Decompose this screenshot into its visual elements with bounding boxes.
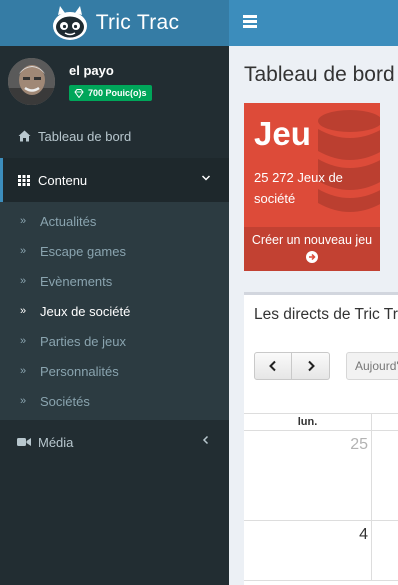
sidebar-item-label: Contenu [38, 172, 88, 188]
topbar [229, 0, 398, 46]
chevron-down-icon [201, 175, 211, 181]
calendar-grid: lun. 25 4 [244, 413, 398, 581]
create-game-label: Créer un nouveau jeu [251, 233, 373, 247]
sidebar-subitem[interactable]: » Escape games [0, 236, 229, 266]
create-game-link[interactable]: Créer un nouveau jeu [244, 227, 380, 271]
double-chevron-right-icon: » [20, 245, 27, 257]
sidebar-subitem[interactable]: » Actualités [0, 206, 229, 236]
hamburger-menu-icon[interactable] [243, 15, 257, 29]
sidebar-subitem-label: Personnalités [40, 363, 119, 379]
today-button[interactable]: Aujourd'hui [346, 352, 398, 380]
calendar-title: Les directs de Tric Trac [254, 306, 398, 323]
double-chevron-right-icon: » [20, 215, 27, 227]
day-number: 25 [350, 436, 368, 453]
sidebar-subitem[interactable]: » Personnalités [0, 356, 229, 386]
chevron-left-icon [202, 435, 209, 445]
day-number: 4 [359, 526, 368, 543]
logo[interactable]: Tric Trac [0, 0, 229, 46]
sidebar-subitem[interactable]: » Parties de jeux [0, 326, 229, 356]
sidebar-subitem-label: Actualités [40, 213, 97, 229]
user-panel: el payo 700 Pouic(o)s [0, 46, 229, 114]
logo-text: Tric Trac [95, 11, 180, 34]
page-title: Tableau de bord [244, 63, 395, 86]
jeu-title: Jeu [254, 115, 311, 152]
sidebar-subitem-label: Evènements [40, 273, 113, 289]
grid-list-icon [17, 173, 31, 187]
prev-button[interactable] [254, 352, 292, 380]
sidebar-subitem[interactable]: » Jeux de société [0, 296, 229, 326]
user-name: el payo [69, 63, 114, 78]
day-header-monday: lun. [244, 414, 372, 430]
sidebar-item-media[interactable]: Média [0, 420, 229, 464]
sidebar-subitem-label: Jeux de société [40, 303, 131, 319]
sidebar-subitem-label: Escape games [40, 243, 126, 259]
sidebar-subitem[interactable]: » Sociétés [0, 386, 229, 416]
next-button[interactable] [292, 352, 330, 380]
jeu-count: 25 272 Jeux de société [254, 170, 343, 206]
double-chevron-right-icon: » [20, 305, 27, 317]
double-chevron-right-icon: » [20, 335, 27, 347]
home-icon [17, 129, 31, 143]
arrow-circle-right-icon [306, 251, 318, 263]
sidebar-subitem-label: Parties de jeux [40, 333, 126, 349]
calendar-day-cell[interactable]: 25 [244, 431, 372, 520]
diamond-icon [74, 88, 84, 98]
double-chevron-right-icon: » [20, 275, 27, 287]
jeu-stat-box: Jeu 25 272 Jeux de société Créer un nouv… [244, 103, 380, 271]
sidebar-item-content[interactable]: Contenu [0, 158, 229, 202]
sidebar-item-label: Média [38, 434, 74, 450]
sidebar-item-label: Tableau de bord [38, 128, 132, 144]
mascot-logo-icon [52, 6, 87, 40]
points-label: 700 Pouic(o)s [88, 88, 147, 98]
double-chevron-right-icon: » [20, 365, 27, 377]
chevron-left-icon [269, 360, 276, 372]
content-submenu: » Actualités » Escape games » Evènements » Jeux… [0, 202, 229, 420]
chevron-right-icon [307, 360, 315, 372]
sidebar-subitem-label: Sociétés [40, 393, 90, 409]
points-badge: 700 Pouic(o)s [69, 85, 152, 101]
calendar-panel: Les directs de Tric Trac Aujourd'hui lun… [244, 292, 398, 585]
calendar-day-cell[interactable]: 4 [244, 521, 372, 580]
sidebar-subitem[interactable]: » Evènements [0, 266, 229, 296]
double-chevron-right-icon: » [20, 395, 27, 407]
sidebar-item-dashboard[interactable]: Tableau de bord [0, 114, 229, 158]
calendar-nav [254, 352, 330, 380]
avatar[interactable] [8, 58, 55, 105]
sidebar: el payo 700 Pouic(o)s Tableau de bord Co… [0, 46, 229, 585]
video-camera-icon [17, 435, 31, 449]
